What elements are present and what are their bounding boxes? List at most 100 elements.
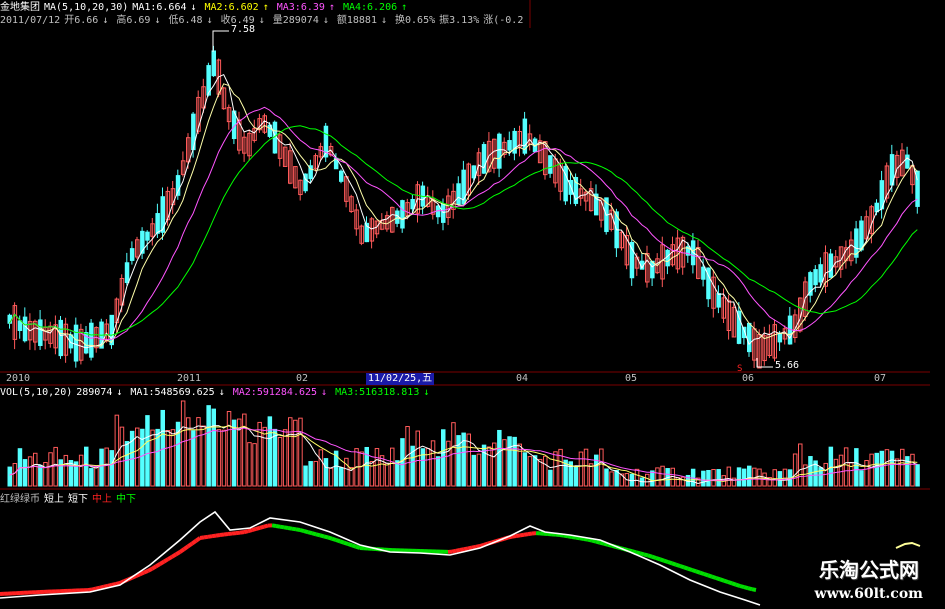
slow-signal-segment [511,534,517,539]
kline-chart[interactable]: S [0,0,945,609]
volume-bar [308,461,313,487]
slow-signal-segment [182,544,190,551]
volume-bar [471,454,477,487]
volume-bar [180,400,186,487]
fast-signal-line [0,510,761,606]
slow-signal-segment [143,569,149,575]
slow-signal-segment [103,583,109,589]
candle-body [716,293,721,308]
slow-signal-segment [147,567,153,573]
slow-signal-segment [271,523,277,528]
volume-bar [859,470,864,487]
volume-bar [140,428,145,487]
slow-signal-segment [471,544,477,550]
volume-bar [252,443,257,487]
volume-bar [298,417,303,487]
indicator-lines [0,510,921,606]
volume-bar [84,446,89,487]
volume-ma1: MA1:548569.625 ↓ [130,387,225,398]
volume-bar [364,446,369,487]
slow-signal-segment [158,559,166,566]
slow-signal-segment [339,539,345,545]
candle-body [410,198,415,210]
volume-bar [864,460,869,487]
volume-bar [206,405,211,487]
slow-signal-segment [351,543,357,549]
volume-bar [247,442,252,487]
slow-signal-segment [311,531,317,537]
volume-bar [78,454,84,487]
volume-bar [843,447,849,487]
volume-bar [374,448,380,487]
slow-signal-segment [591,538,597,544]
slow-signal-segment [190,539,198,546]
indicator-short-up: 短上 [44,494,64,505]
volume-bar [578,451,584,487]
volume-bar [910,453,915,487]
candle-body [89,322,94,358]
candle-body [129,248,135,261]
date-tick: 07 [874,373,887,384]
candle-body [747,322,752,353]
volume-bar [838,454,844,487]
volume-bar [68,460,74,487]
low-price-label: 5.66 [775,360,800,371]
candle-body [859,220,864,251]
slow-signal-segment [595,539,601,545]
volume-bar [512,436,517,487]
volume-bar [242,413,247,487]
volume-bar [594,454,599,487]
slow-signal-segment [91,586,97,592]
slow-signal-segment [459,547,465,552]
slow-signal-segment [331,536,337,542]
date-axis: 2010 2011 02 11/02/25,五 04 05 06 07 [0,373,930,385]
slow-signal-segment [251,526,257,532]
volume-bar [165,430,171,487]
volume-bar [879,450,885,487]
slow-signal-segment [667,560,673,566]
volume-bar [532,455,538,487]
volume-bar [430,440,436,487]
volume-bar [441,429,446,487]
candle-body [73,324,79,362]
volume-bar [716,469,721,487]
slow-signal-segment [315,532,321,538]
volume-bar [150,429,155,487]
slow-signal-segment [95,585,101,591]
volume-bar [884,449,890,487]
volume-bar [680,476,686,487]
volume-bar [543,455,548,487]
slow-signal-segment [683,565,689,571]
volume-bar [170,429,176,487]
candle-body [22,316,28,342]
candle-body [701,266,706,280]
volume-bar [104,447,109,487]
slow-signal-segment [571,535,577,540]
volume-value: 289074 ↓ [76,387,123,398]
slow-signal-segment [463,546,469,552]
slow-signal-segment [579,536,585,541]
slow-signal-segment [166,555,174,561]
slow-signal-segment [287,526,293,531]
slow-signal-segment [319,533,325,539]
slow-signal-segment [154,562,162,569]
volume-ma2: MA2:591284.625 ↓ [232,387,328,398]
slow-signal-segment [347,542,353,548]
volume-bar [915,464,920,487]
volume-bar [267,416,273,487]
slow-signal-segment [711,574,717,580]
ma-line [9,125,918,336]
volume-bar [634,468,640,487]
slow-signal-segment [587,537,593,543]
volume-bar [502,439,507,487]
volume-bar [282,429,288,487]
fast-signal-tail [895,541,921,549]
volume-bar [599,448,604,487]
volume-bar [145,415,150,487]
volume-bar [604,468,609,487]
volume-bar [900,448,905,487]
slow-signal-segment [215,533,221,538]
slow-signal-segment [523,532,529,537]
volume-bar [38,464,43,487]
slow-signal-segment [475,544,481,549]
